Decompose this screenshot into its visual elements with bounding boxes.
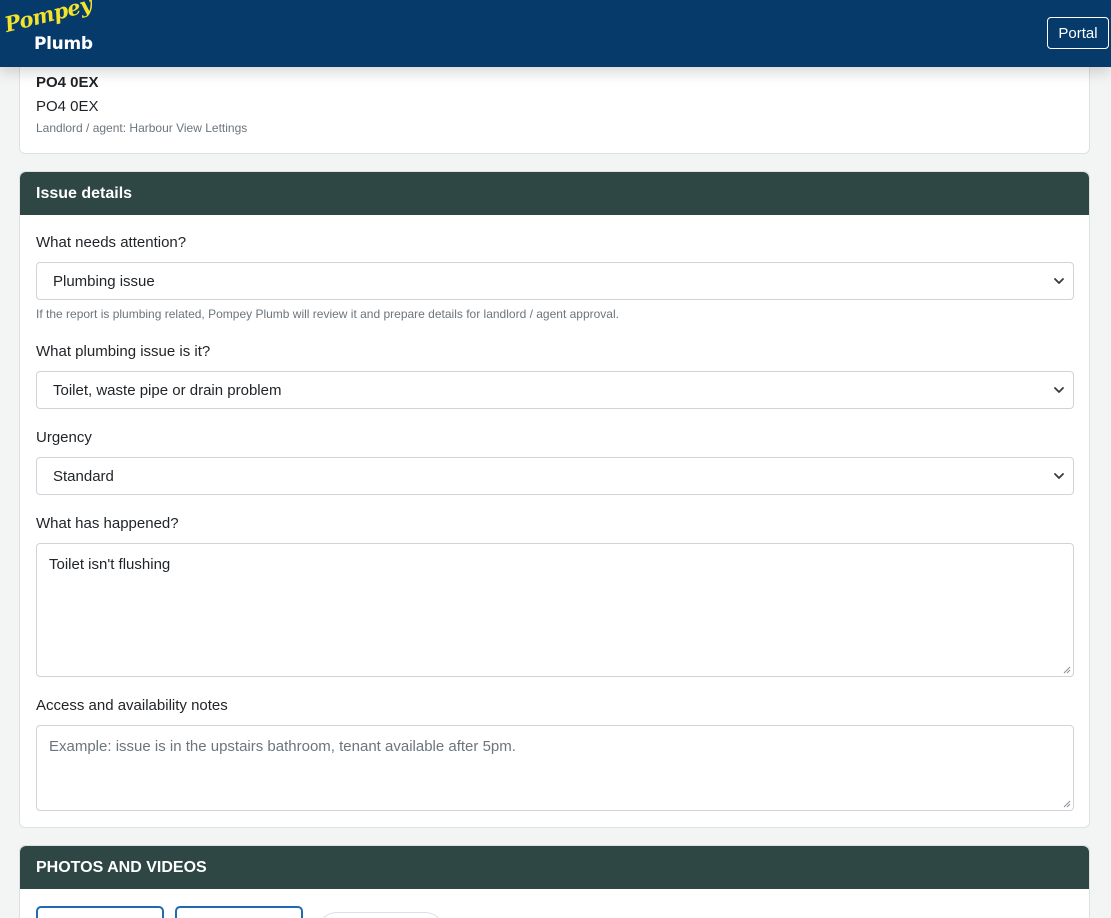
resize-handle-icon[interactable] [1062,799,1071,808]
access-notes-label: Access and availability notes [36,697,228,714]
photos-videos-header: PHOTOS AND VIDEOS [20,846,1089,889]
property-postcode-heading: PO4 0EX [36,74,99,91]
plumbing-issue-label: What plumbing issue is it? [36,343,211,360]
attention-select-value: Plumbing issue [53,272,155,290]
attention-help-text: If the report is plumbing related, Pompe… [36,307,619,321]
logo-line-2: Plumb [34,34,93,54]
chevron-down-icon [1054,278,1064,284]
chevron-down-icon [1054,473,1064,479]
add-photo-button[interactable] [36,906,164,918]
what-happened-label: What has happened? [36,515,179,532]
top-navbar: Pompey Plumb Portal [0,0,1111,67]
urgency-select-value: Standard [53,467,114,485]
what-happened-value: Toilet isn't flushing [49,556,171,573]
property-postcode: PO4 0EX [36,98,99,115]
upload-button[interactable] [317,912,445,918]
urgency-select[interactable]: Standard [36,457,1074,495]
pompey-plumb-logo[interactable]: Pompey Plumb [2,0,96,56]
what-happened-textarea[interactable]: Toilet isn't flushing [36,543,1074,677]
chevron-down-icon [1054,387,1064,393]
attention-select[interactable]: Plumbing issue [36,262,1074,300]
access-notes-textarea[interactable]: Example: issue is in the upstairs bathro… [36,725,1074,811]
add-video-button[interactable] [175,906,303,918]
urgency-label: Urgency [36,429,92,446]
plumbing-issue-select-value: Toilet, waste pipe or drain problem [53,381,282,399]
access-notes-placeholder: Example: issue is in the upstairs bathro… [49,738,516,755]
landlord-agent-text: Landlord / agent: Harbour View Lettings [36,121,248,135]
photos-videos-card: PHOTOS AND VIDEOS [19,845,1090,918]
portal-button[interactable]: Portal [1047,17,1109,49]
logo-line-1: Pompey [1,0,95,37]
issue-details-card: Issue details What needs attention? Plum… [19,171,1090,828]
issue-details-header: Issue details [20,172,1089,215]
plumbing-issue-select[interactable]: Toilet, waste pipe or drain problem [36,371,1074,409]
resize-handle-icon[interactable] [1062,665,1071,674]
attention-label: What needs attention? [36,234,187,251]
